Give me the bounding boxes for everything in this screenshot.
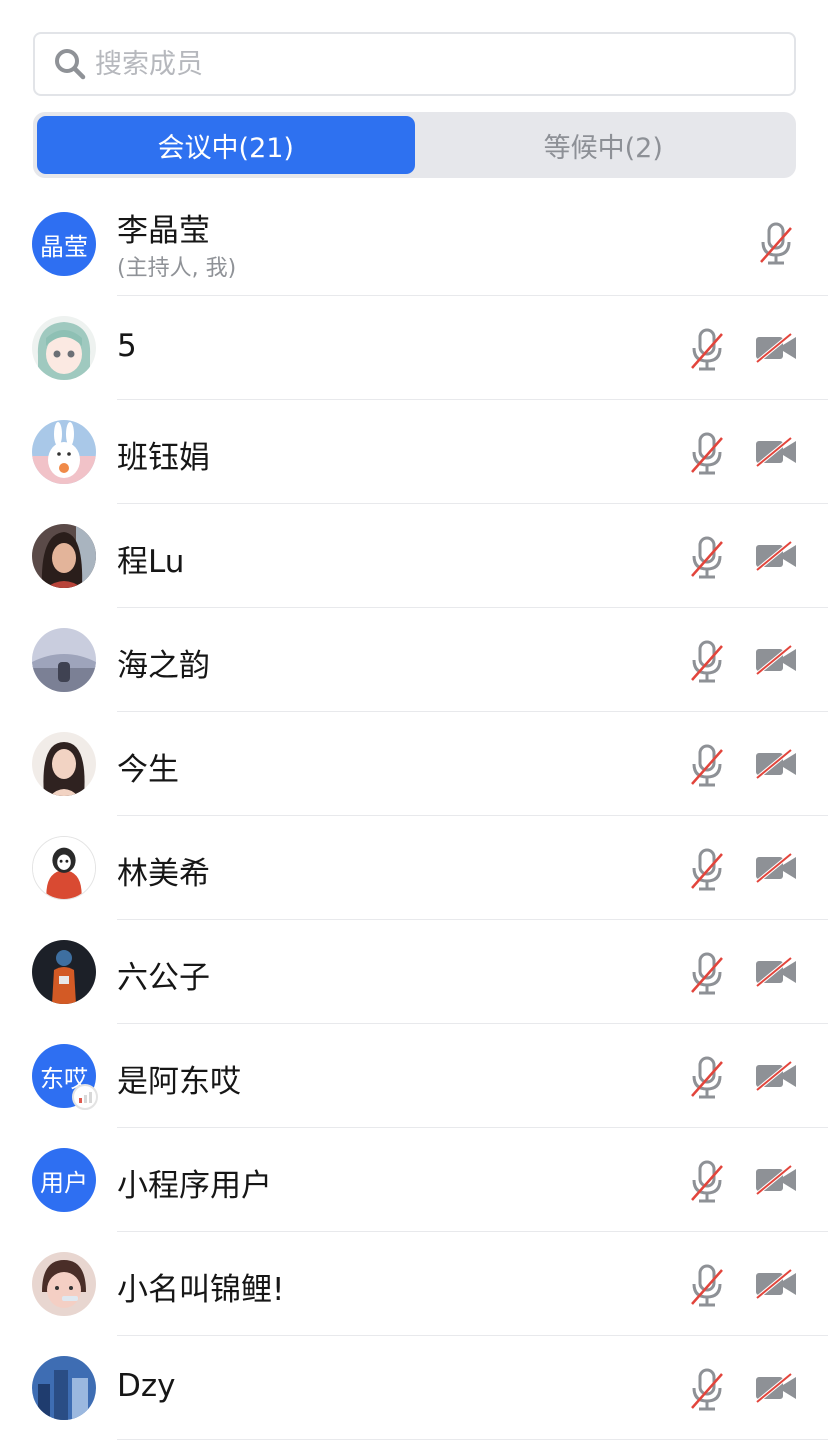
member-row[interactable]: Dzy bbox=[0, 1336, 828, 1440]
member-role: (主持人, 我) bbox=[117, 256, 237, 281]
member-row[interactable]: 今生 bbox=[0, 712, 828, 816]
weak-signal-icon bbox=[72, 1084, 98, 1110]
tab-in-meeting[interactable]: 会议中(21) bbox=[37, 116, 415, 174]
member-row[interactable]: 晶莹 李晶莹 (主持人, 我) bbox=[0, 192, 828, 296]
member-row[interactable]: 海之韵 bbox=[0, 608, 828, 712]
member-name: 海之韵 bbox=[117, 648, 210, 684]
avatar bbox=[32, 940, 96, 1004]
member-name: 林美希 bbox=[117, 856, 210, 892]
member-row[interactable]: 用户 小程序用户 bbox=[0, 1128, 828, 1232]
camera-off-icon[interactable] bbox=[755, 1164, 797, 1196]
member-name: 程Lu bbox=[117, 544, 185, 580]
segmented-tabs: 会议中(21) 等候中(2) bbox=[33, 112, 796, 178]
camera-off-icon[interactable] bbox=[755, 332, 797, 364]
camera-off-icon[interactable] bbox=[755, 436, 797, 468]
avatar bbox=[32, 732, 96, 796]
sea-scene-avatar bbox=[32, 628, 96, 692]
city-blue-avatar bbox=[32, 1356, 96, 1420]
member-name: 5 bbox=[117, 328, 137, 364]
camera-off-icon[interactable] bbox=[755, 956, 797, 988]
camera-off-icon[interactable] bbox=[755, 852, 797, 884]
avatar bbox=[32, 524, 96, 588]
mic-muted-icon[interactable] bbox=[688, 1160, 726, 1204]
camera-off-icon[interactable] bbox=[755, 1372, 797, 1404]
hoodie-cartoon-avatar bbox=[33, 837, 95, 899]
member-name: Dzy bbox=[117, 1368, 176, 1404]
camera-off-icon[interactable] bbox=[755, 748, 797, 780]
avatar bbox=[32, 1252, 96, 1316]
member-list: 晶莹 李晶莹 (主持人, 我) 5 班钰娟 程Lu 海之韵 今生 林美希 六公子… bbox=[0, 192, 828, 1440]
mic-muted-icon[interactable] bbox=[757, 222, 795, 266]
avatar bbox=[32, 316, 96, 380]
mic-muted-icon[interactable] bbox=[688, 432, 726, 476]
camera-off-icon[interactable] bbox=[755, 1060, 797, 1092]
mic-muted-icon[interactable] bbox=[688, 536, 726, 580]
member-name: 是阿东哎 bbox=[117, 1064, 241, 1100]
search-icon bbox=[55, 49, 86, 80]
avatar bbox=[32, 836, 96, 900]
camera-off-icon[interactable] bbox=[755, 540, 797, 572]
mic-muted-icon[interactable] bbox=[688, 328, 726, 372]
member-row[interactable]: 六公子 bbox=[0, 920, 828, 1024]
mic-muted-icon[interactable] bbox=[688, 1056, 726, 1100]
child-photo-avatar bbox=[32, 1252, 96, 1316]
avatar-initials: 用户 bbox=[40, 1168, 88, 1197]
avatar-initials: 晶莹 bbox=[40, 232, 88, 261]
rabbit-avatar bbox=[32, 420, 96, 484]
member-row[interactable]: 东哎 是阿东哎 bbox=[0, 1024, 828, 1128]
member-name: 小程序用户 bbox=[117, 1168, 272, 1204]
member-name: 李晶莹 bbox=[117, 213, 210, 249]
avatar bbox=[32, 628, 96, 692]
camera-off-icon[interactable] bbox=[755, 1268, 797, 1300]
avatar: 用户 bbox=[32, 1148, 96, 1212]
search-input[interactable] bbox=[95, 34, 735, 94]
anime-girl-avatar bbox=[32, 316, 96, 380]
member-name: 小名叫锦鲤! bbox=[117, 1272, 285, 1308]
member-name: 六公子 bbox=[117, 960, 210, 996]
mic-muted-icon[interactable] bbox=[688, 1368, 726, 1412]
tab-waiting[interactable]: 等候中(2) bbox=[415, 116, 793, 174]
member-name: 班钰娟 bbox=[117, 440, 210, 476]
member-row[interactable]: 小名叫锦鲤! bbox=[0, 1232, 828, 1336]
astronaut-avatar bbox=[32, 940, 96, 1004]
member-row[interactable]: 班钰娟 bbox=[0, 400, 828, 504]
mic-muted-icon[interactable] bbox=[688, 952, 726, 996]
woman-photo-avatar bbox=[32, 524, 96, 588]
member-name: 今生 bbox=[117, 752, 179, 788]
avatar: 晶莹 bbox=[32, 212, 96, 276]
search-bar[interactable] bbox=[33, 32, 796, 96]
mic-muted-icon[interactable] bbox=[688, 1264, 726, 1308]
camera-off-icon[interactable] bbox=[755, 644, 797, 676]
member-row[interactable]: 林美希 bbox=[0, 816, 828, 920]
woman-portrait-avatar bbox=[32, 732, 96, 796]
mic-muted-icon[interactable] bbox=[688, 744, 726, 788]
member-row[interactable]: 程Lu bbox=[0, 504, 828, 608]
mic-muted-icon[interactable] bbox=[688, 640, 726, 684]
mic-muted-icon[interactable] bbox=[688, 848, 726, 892]
avatar bbox=[32, 1356, 96, 1420]
avatar bbox=[32, 420, 96, 484]
member-row[interactable]: 5 bbox=[0, 296, 828, 400]
